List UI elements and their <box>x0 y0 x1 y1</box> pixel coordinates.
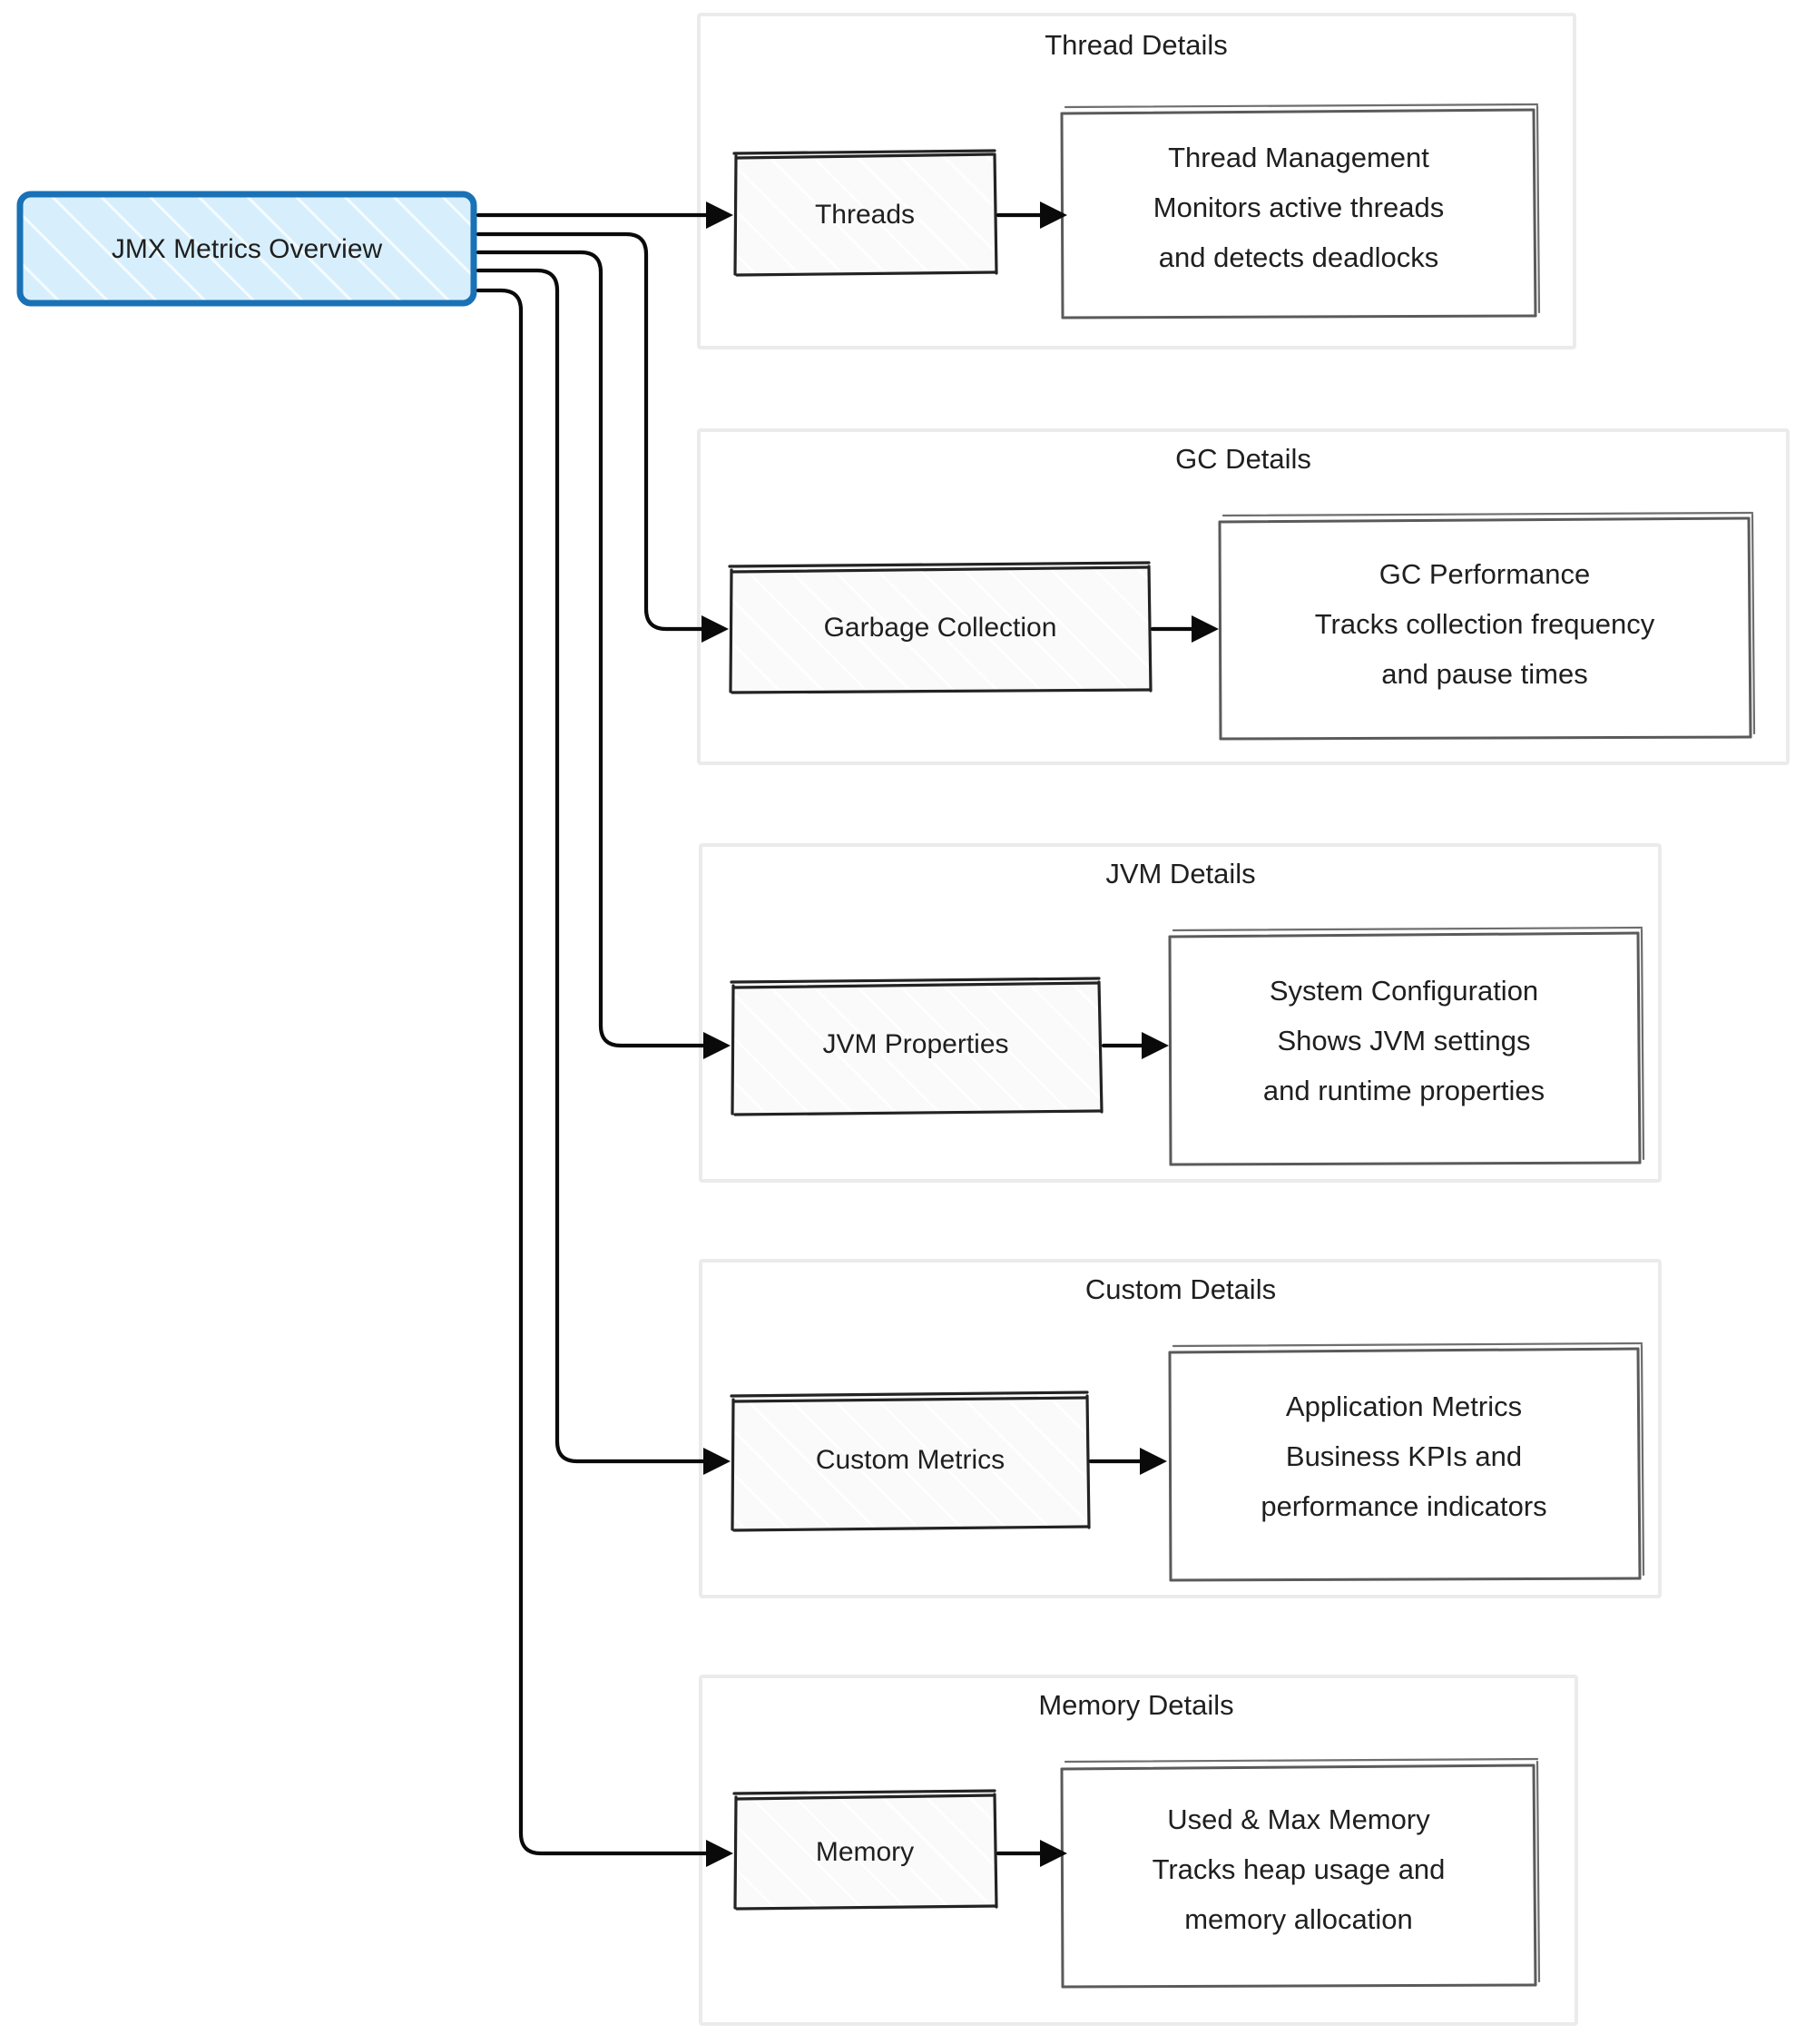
node-custom-metrics[interactable]: Custom Metrics <box>730 1391 1091 1532</box>
node-gc-detail-line-1: GC Performance <box>1379 558 1591 590</box>
jmx-metrics-flowchart: Thread Details Threads Thread Management… <box>16 13 1790 2026</box>
node-custom-detail-line-3: performance indicators <box>1261 1490 1546 1522</box>
node-threads[interactable]: Threads <box>732 149 998 277</box>
node-threads-label: Threads <box>815 200 915 230</box>
node-thread-detail-line-3: and detects deadlocks <box>1159 241 1439 273</box>
edge-root-to-threads <box>476 201 733 229</box>
cluster-custom-details: Custom Details Custom Metrics Applicatio… <box>699 1259 1662 1598</box>
node-root-jmx-metrics-overview[interactable]: JMX Metrics Overview <box>16 191 477 307</box>
node-thread-detail[interactable]: Thread Management Monitors active thread… <box>1060 103 1541 319</box>
node-jvm-properties-label: JVM Properties <box>822 1029 1008 1059</box>
edge-root-to-jvm-properties <box>476 250 731 1059</box>
node-gc-detail-line-2: Tracks collection frequency <box>1315 608 1655 640</box>
edge-root-to-memory <box>476 288 733 1867</box>
node-custom-detail-line-2: Business KPIs and <box>1286 1440 1522 1472</box>
node-memory-detail-line-3: memory allocation <box>1184 1903 1413 1935</box>
node-jvm-detail-line-2: Shows JVM settings <box>1277 1025 1530 1056</box>
cluster-memory-details-title: Memory Details <box>1038 1689 1233 1721</box>
node-memory[interactable]: Memory <box>732 1789 998 1911</box>
node-garbage-collection[interactable]: Garbage Collection <box>728 561 1153 694</box>
node-memory-detail-line-1: Used & Max Memory <box>1167 1803 1430 1835</box>
node-root-label: JMX Metrics Overview <box>112 234 383 264</box>
cluster-memory-details: Memory Details Memory Used & Max Memory … <box>699 1675 1578 2026</box>
node-memory-label: Memory <box>816 1837 914 1867</box>
node-custom-detail[interactable]: Application Metrics Business KPIs and pe… <box>1168 1341 1645 1582</box>
node-memory-detail-line-2: Tracks heap usage and <box>1153 1853 1446 1885</box>
cluster-jvm-details: JVM Details JVM Properties System Config… <box>699 843 1662 1183</box>
node-gc-detail-line-3: and pause times <box>1381 658 1587 690</box>
node-custom-detail-line-1: Application Metrics <box>1286 1391 1522 1422</box>
cluster-gc-details: GC Details Garbage Collection GC Perform… <box>697 428 1790 765</box>
node-jvm-detail-line-1: System Configuration <box>1270 975 1538 1007</box>
node-gc-detail[interactable]: GC Performance Tracks collection frequen… <box>1218 511 1756 741</box>
cluster-thread-details-title: Thread Details <box>1045 29 1228 61</box>
node-thread-detail-line-1: Thread Management <box>1168 142 1429 173</box>
cluster-jvm-details-title: JVM Details <box>1105 858 1255 889</box>
node-jvm-detail[interactable]: System Configuration Shows JVM settings … <box>1168 926 1645 1166</box>
flowchart-canvas: Thread Details Threads Thread Management… <box>0 0 1815 2044</box>
cluster-thread-details: Thread Details Threads Thread Management… <box>697 13 1576 349</box>
node-jvm-properties[interactable]: JVM Properties <box>730 977 1104 1116</box>
edge-root-to-custom-metrics <box>476 268 731 1475</box>
node-jvm-detail-line-3: and runtime properties <box>1263 1075 1545 1106</box>
node-thread-detail-line-2: Monitors active threads <box>1153 192 1444 223</box>
cluster-gc-details-title: GC Details <box>1175 443 1311 475</box>
cluster-custom-details-title: Custom Details <box>1085 1273 1276 1305</box>
node-garbage-collection-label: Garbage Collection <box>824 613 1057 643</box>
node-memory-detail[interactable]: Used & Max Memory Tracks heap usage and … <box>1060 1757 1541 1989</box>
node-custom-metrics-label: Custom Metrics <box>816 1445 1005 1475</box>
